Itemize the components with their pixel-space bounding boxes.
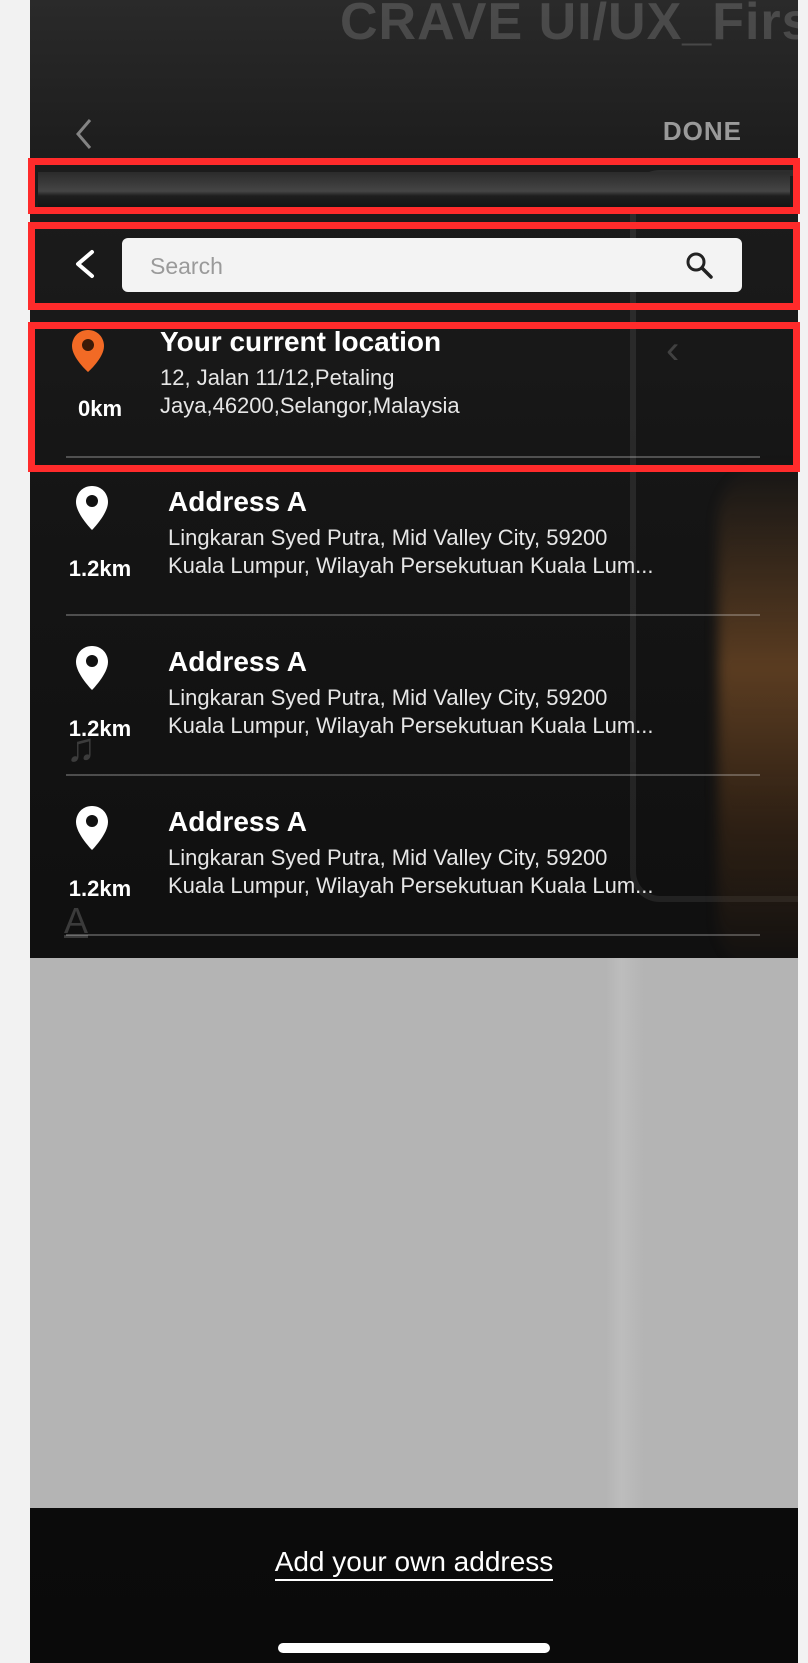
- location-pin-icon: [74, 804, 114, 852]
- overlay-panel: [30, 958, 798, 1508]
- address-title: Address A: [168, 486, 308, 517]
- address-item-2[interactable]: 1.2km Address A Lingkaran Syed Putra, Mi…: [30, 640, 798, 790]
- address-title: Address A: [168, 806, 308, 837]
- row-divider: [66, 934, 760, 936]
- done-button[interactable]: DONE: [663, 116, 742, 147]
- address-line1: Lingkaran Syed Putra, Mid Valley City, 5…: [168, 845, 608, 870]
- address-line2: Kuala Lumpur, Wilayah Persekutuan Kuala …: [168, 713, 654, 738]
- address-line2: Kuala Lumpur, Wilayah Persekutuan Kuala …: [168, 553, 654, 578]
- address-item-3[interactable]: 1.2km Address A Lingkaran Syed Putra, Mi…: [30, 800, 798, 950]
- background-app-title: CRAVE UI/UX_Firs: [340, 0, 798, 51]
- address-distance: 1.2km: [68, 876, 132, 901]
- highlight-box-divider: [28, 158, 800, 214]
- address-line2: Kuala Lumpur, Wilayah Persekutuan Kuala …: [168, 873, 654, 898]
- overlay-shade: [30, 958, 798, 1508]
- location-pin-icon: [74, 484, 114, 532]
- add-address-label[interactable]: Add your own address: [274, 1546, 554, 1581]
- location-pin-icon: [74, 644, 114, 692]
- music-note-icon: ♫: [66, 726, 96, 770]
- address-distance: 1.2km: [68, 556, 132, 581]
- address-title: Address A: [168, 646, 308, 677]
- top-back-icon[interactable]: [72, 114, 96, 161]
- highlight-box-search: [28, 222, 800, 310]
- address-item-1[interactable]: 1.2km Address A Lingkaran Syed Putra, Mi…: [30, 480, 798, 630]
- address-line1: Lingkaran Syed Putra, Mid Valley City, 5…: [168, 525, 608, 550]
- add-address-link[interactable]: Add your own address: [30, 1546, 798, 1581]
- address-line1: Lingkaran Syed Putra, Mid Valley City, 5…: [168, 685, 608, 710]
- row-divider: [66, 774, 760, 776]
- highlight-box-current-location: [28, 322, 800, 472]
- row-divider: [66, 614, 760, 616]
- home-indicator: [278, 1643, 550, 1653]
